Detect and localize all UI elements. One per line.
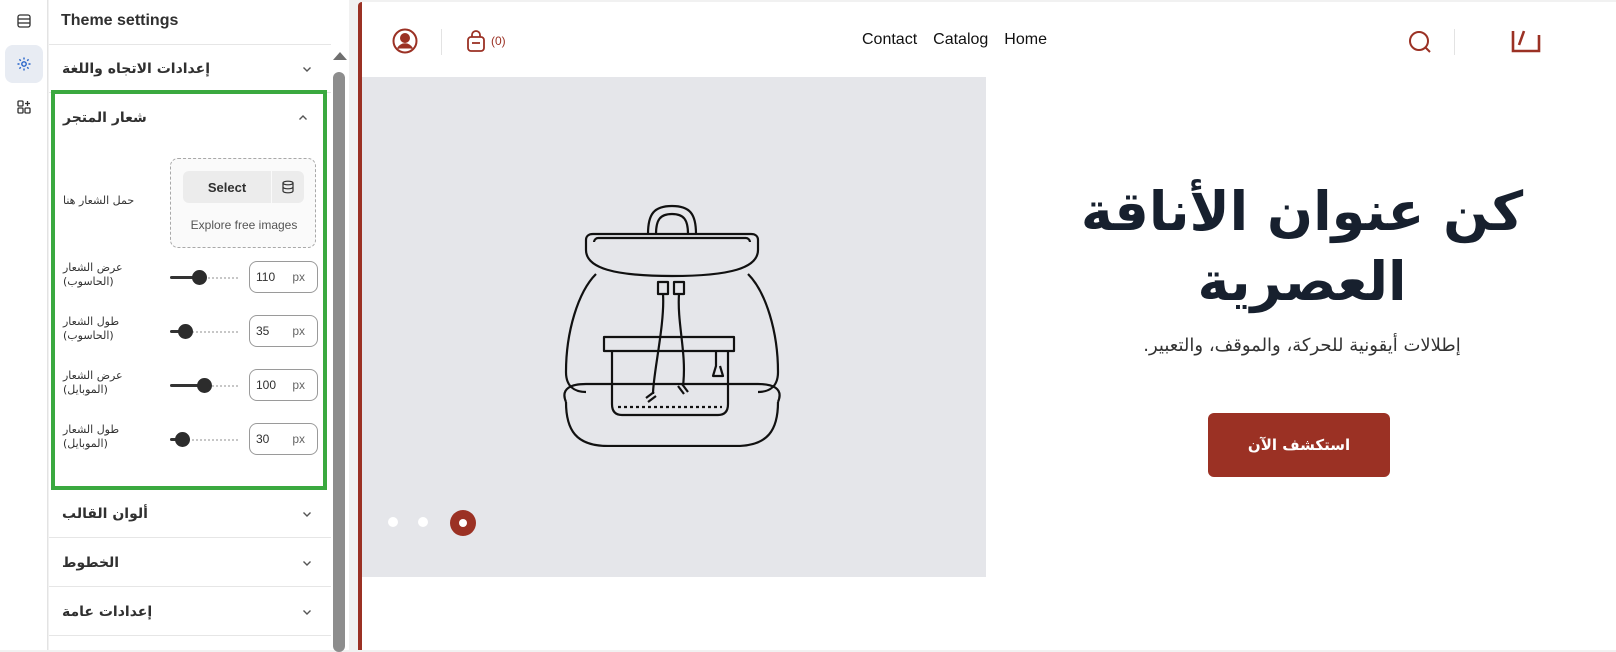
setting-label: عرض الشعار (الموبايل)	[63, 369, 123, 396]
logo-height-desktop-input[interactable]: 35 px	[249, 315, 318, 347]
section-store-logo: شعار المتجر حمل الشعار هنا Select Explor…	[51, 90, 327, 490]
logo-width-mobile-setting: عرض الشعار (الموبايل) 100 px	[63, 366, 323, 406]
logo-upload-label: حمل الشعار هنا	[63, 194, 135, 207]
section-label: شعار المتجر	[63, 110, 147, 126]
nav-link-contact[interactable]: Contact	[862, 31, 917, 49]
carousel-dot[interactable]	[388, 517, 398, 527]
panel-title: Theme settings	[61, 12, 179, 29]
section-fonts[interactable]: الخطوط	[49, 539, 331, 587]
cart-count: (0)	[491, 34, 506, 48]
section-label: الخطوط	[62, 554, 120, 571]
section-general-settings[interactable]: إعدادات عامة	[49, 588, 331, 636]
theme-settings-panel: Theme settings إعدادات الاتجاه واللغة شع…	[49, 0, 349, 650]
section-label: إعدادات عامة	[62, 603, 153, 620]
divider	[441, 29, 442, 55]
logo-upload-dropzone[interactable]: Select Explore free images	[170, 158, 316, 248]
carousel-dot-active[interactable]	[450, 510, 476, 536]
section-store-logo-header[interactable]: شعار المتجر	[55, 94, 323, 142]
logo-height-mobile-slider[interactable]	[170, 432, 238, 447]
hero-cta-button[interactable]: استكشف الآن	[1208, 413, 1390, 477]
chevron-down-icon	[303, 609, 311, 615]
logo-height-desktop-slider[interactable]	[170, 324, 238, 339]
logo-width-desktop-setting: عرض الشعار (الحاسوب) 110 px	[63, 258, 323, 298]
logo-width-desktop-input[interactable]: 110 px	[249, 261, 318, 293]
setting-label: عرض الشعار (الحاسوب)	[63, 261, 123, 288]
select-image-button[interactable]: Select	[183, 171, 271, 203]
theme-settings-gear-icon[interactable]	[5, 45, 43, 83]
scroll-up-arrow-icon[interactable]	[333, 52, 347, 60]
logo-width-mobile-slider[interactable]	[170, 378, 238, 393]
logo-width-desktop-slider[interactable]	[170, 270, 238, 285]
setting-label: طول الشعار (الحاسوب)	[63, 315, 120, 342]
search-icon[interactable]	[1408, 30, 1432, 54]
panel-scrollbar[interactable]	[331, 48, 347, 652]
backpack-illustration	[563, 204, 781, 447]
slider-handle[interactable]	[177, 324, 193, 339]
logo-height-desktop-setting: طول الشعار (الحاسوب) 35 px	[63, 312, 323, 352]
section-label: ألوان القالب	[62, 505, 148, 522]
user-account-icon[interactable]	[392, 28, 418, 54]
store-preview: (0) Contact Catalog Home كن عنوان الأناق…	[358, 2, 1616, 650]
main-nav: Contact Catalog Home	[862, 31, 1047, 49]
shopping-bag-icon[interactable]	[465, 29, 487, 53]
chevron-up-icon	[299, 115, 307, 120]
slider-handle[interactable]	[191, 270, 207, 285]
slider-handle[interactable]	[197, 378, 212, 393]
nav-link-catalog[interactable]: Catalog	[933, 31, 988, 49]
chevron-down-icon	[303, 511, 311, 517]
section-direction-language[interactable]: إعدادات الاتجاه واللغة	[49, 45, 331, 93]
chevron-down-icon	[303, 560, 311, 566]
section-theme-colors[interactable]: ألوان القالب	[49, 490, 331, 538]
hero-title: كن عنوان الأناقة العصرية	[1080, 180, 1524, 313]
carousel-dot[interactable]	[418, 517, 428, 527]
store-logo[interactable]	[1510, 29, 1542, 53]
chevron-down-icon	[303, 66, 311, 72]
sections-icon[interactable]	[5, 2, 43, 40]
icon-rail	[0, 0, 48, 650]
logo-width-mobile-input[interactable]: 100 px	[249, 369, 318, 401]
divider	[1454, 29, 1455, 55]
logo-height-mobile-input[interactable]: 30 px	[249, 423, 318, 455]
logo-height-mobile-setting: طول الشعار (الموبايل) 30 px	[63, 420, 323, 460]
setting-label: طول الشعار (الموبايل)	[63, 423, 120, 450]
section-label: إعدادات الاتجاه واللغة	[62, 60, 211, 77]
media-library-icon[interactable]	[272, 171, 304, 203]
slider-handle[interactable]	[174, 432, 190, 447]
explore-free-images-link[interactable]: Explore free images	[171, 218, 317, 232]
hero-subtitle: إطلالات أيقونية للحركة، والموقف، والتعبي…	[1143, 335, 1461, 356]
nav-link-home[interactable]: Home	[1004, 31, 1047, 49]
apps-icon[interactable]	[5, 88, 43, 126]
scroll-thumb[interactable]	[333, 72, 345, 652]
hero-image	[362, 77, 986, 577]
